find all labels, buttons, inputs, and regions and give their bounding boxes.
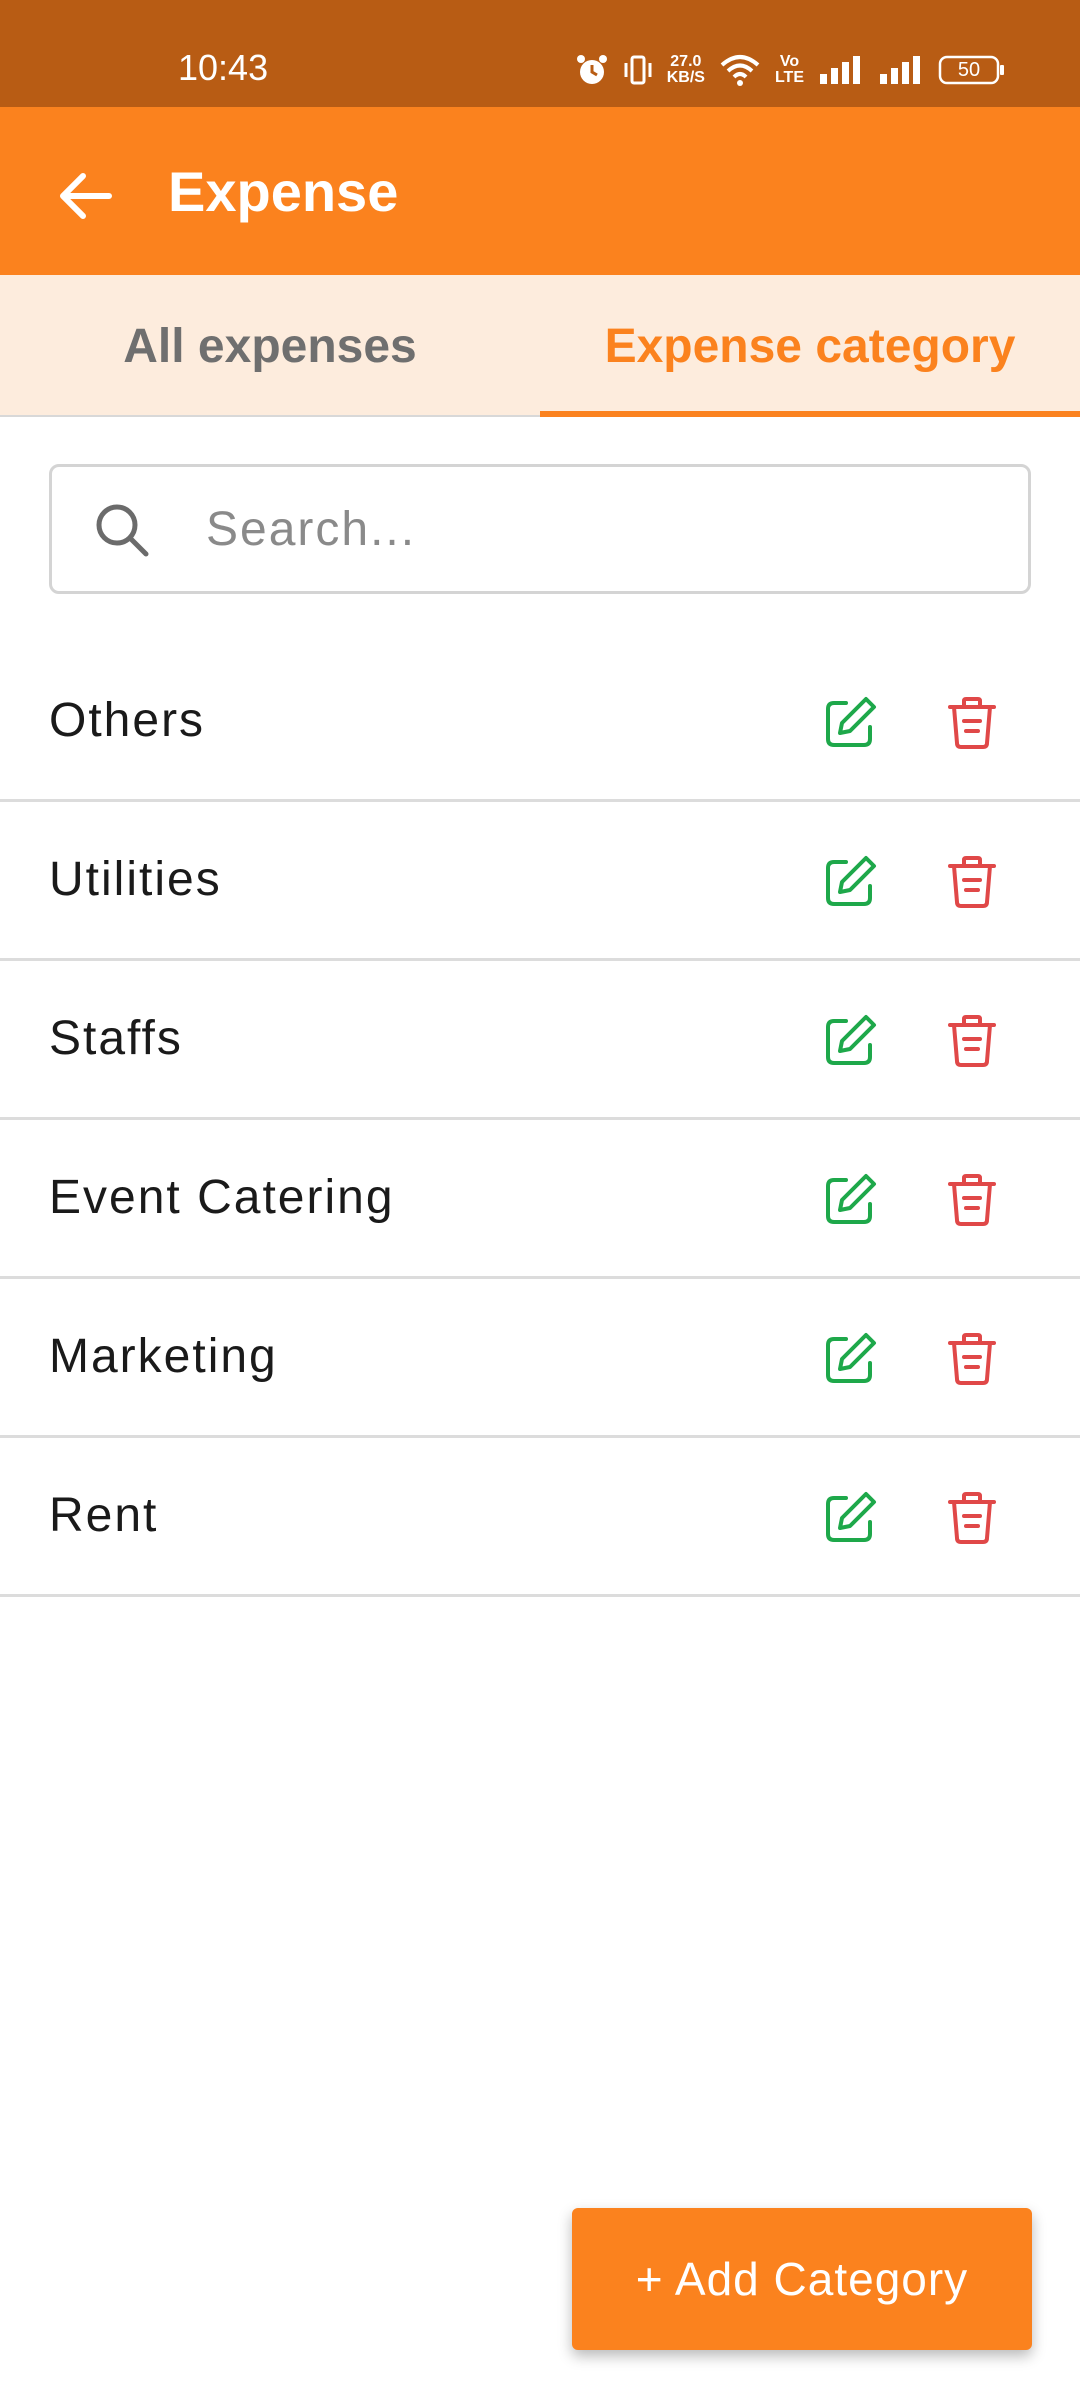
list-item: Rent	[0, 1438, 1080, 1597]
category-name: Rent	[49, 1489, 159, 1542]
list-item: Event Catering	[0, 1120, 1080, 1279]
add-category-label: + Add Category	[635, 2253, 969, 2305]
edit-button[interactable]	[818, 1486, 882, 1550]
alarm-icon	[575, 53, 609, 87]
category-name: Others	[49, 694, 206, 747]
search-icon	[96, 504, 149, 557]
page-title: Expense	[168, 160, 399, 223]
category-name: Marketing	[49, 1330, 278, 1383]
list-item: Others	[0, 643, 1080, 802]
tab-label: Expense category	[604, 319, 1016, 373]
category-name: Utilities	[49, 853, 222, 906]
trash-icon	[948, 697, 996, 749]
arrow-left-icon	[60, 173, 112, 219]
edit-button[interactable]	[818, 691, 882, 755]
network-speed-value: 27.0	[670, 53, 702, 70]
edit-icon	[826, 1333, 876, 1383]
delete-button[interactable]	[940, 1327, 1004, 1391]
vibrate-icon	[623, 53, 653, 87]
network-speed-unit: KB/S	[666, 69, 705, 86]
edit-icon	[826, 1492, 876, 1542]
tab-label: All expenses	[123, 319, 417, 373]
network-speed: 27.0 KB/S	[667, 54, 705, 86]
volte-label-top: Vo	[779, 53, 800, 70]
volte-label-bottom: LTE	[774, 69, 804, 86]
battery-icon: 50	[938, 55, 1006, 85]
signal-icon	[878, 54, 924, 86]
category-name: Staffs	[49, 1012, 183, 1065]
edit-icon	[826, 697, 876, 747]
edit-icon	[826, 856, 876, 906]
edit-button[interactable]	[818, 850, 882, 914]
status-icons: 27.0 KB/S Vo LTE 50	[575, 50, 1006, 90]
search-box[interactable]	[49, 464, 1031, 594]
edit-button[interactable]	[818, 1327, 882, 1391]
volte-icon: Vo LTE	[775, 54, 804, 86]
trash-icon	[948, 1333, 996, 1385]
edit-icon	[826, 1174, 876, 1224]
tab-bar: All expenses Expense category	[0, 275, 1080, 417]
trash-icon	[948, 1015, 996, 1067]
signal-icon	[818, 54, 864, 86]
battery-level: 50	[957, 59, 981, 81]
tab-all-expenses[interactable]: All expenses	[0, 275, 540, 417]
active-tab-indicator	[540, 411, 1080, 417]
delete-button[interactable]	[940, 1486, 1004, 1550]
delete-button[interactable]	[940, 691, 1004, 755]
tab-expense-category[interactable]: Expense category	[540, 275, 1080, 417]
category-name: Event Catering	[49, 1171, 395, 1224]
status-bar: 10:43 27.0 KB/S Vo LTE 50	[0, 0, 1080, 107]
list-item: Utilities	[0, 802, 1080, 961]
trash-icon	[948, 1174, 996, 1226]
edit-button[interactable]	[818, 1009, 882, 1073]
list-item: Staffs	[0, 961, 1080, 1120]
delete-button[interactable]	[940, 850, 1004, 914]
list-item: Marketing	[0, 1279, 1080, 1438]
app-bar: Expense	[0, 107, 1080, 275]
search-input[interactable]	[204, 487, 1004, 571]
category-list: Others Utilities Staffs Event Catering M…	[0, 643, 1080, 1597]
trash-icon	[948, 1492, 996, 1544]
add-category-button[interactable]: + Add Category	[572, 2208, 1032, 2350]
wifi-icon	[719, 53, 761, 87]
delete-button[interactable]	[940, 1009, 1004, 1073]
back-button[interactable]	[50, 161, 120, 231]
edit-icon	[826, 1015, 876, 1065]
edit-button[interactable]	[818, 1168, 882, 1232]
status-time: 10:43	[178, 47, 269, 88]
trash-icon	[948, 856, 996, 908]
delete-button[interactable]	[940, 1168, 1004, 1232]
